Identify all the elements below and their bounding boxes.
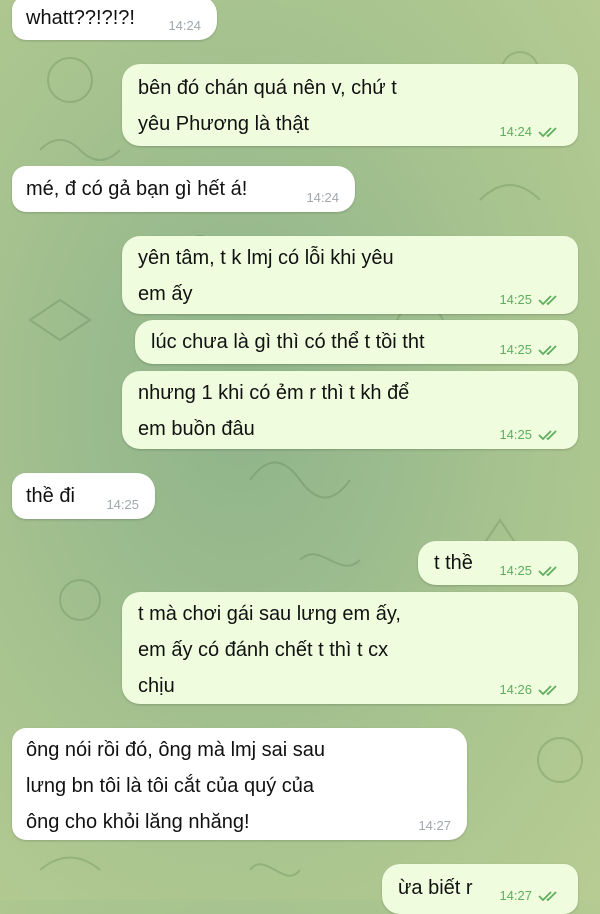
message-text: mé, đ có gả bạn gì hết á! <box>26 178 248 200</box>
message-text: yên tâm, t k lmj có lỗi khi yêu em ấy <box>138 247 394 305</box>
message-text: t mà chơi gái sau lưng em ấy, em ấy có đ… <box>138 603 401 697</box>
outgoing-message[interactable]: yên tâm, t k lmj có lỗi khi yêu em ấy 14… <box>122 236 578 314</box>
message-time: 14:26 <box>499 682 532 697</box>
message-time: 14:25 <box>499 427 532 442</box>
message-time: 14:25 <box>499 292 532 307</box>
message-time: 14:25 <box>499 342 532 357</box>
message-text: bên đó chán quá nên v, chứ t yêu Phương … <box>138 77 397 135</box>
message-meta: 14:24 <box>306 190 339 206</box>
incoming-message[interactable]: ông nói rồi đó, ông mà lmj sai sau lưng … <box>12 728 467 840</box>
double-check-icon <box>538 345 557 356</box>
message-time: 14:27 <box>418 818 451 833</box>
message-meta: 14:27 <box>499 888 562 904</box>
outgoing-message[interactable]: nhưng 1 khi có ẻm r thì t kh để em buồn … <box>122 371 578 449</box>
message-text: ông nói rồi đó, ông mà lmj sai sau lưng … <box>26 739 326 833</box>
message-text: ừa biết r <box>398 877 473 899</box>
outgoing-message[interactable]: ừa biết r 14:27 <box>382 864 578 914</box>
message-time: 14:27 <box>499 888 532 903</box>
double-check-icon <box>538 566 557 577</box>
double-check-icon <box>538 685 557 696</box>
message-text: nhưng 1 khi có ẻm r thì t kh để em buồn … <box>138 382 410 440</box>
message-meta: 14:24 <box>168 18 201 34</box>
message-meta: 14:24 <box>499 124 562 140</box>
message-meta: 14:25 <box>106 497 139 513</box>
incoming-message[interactable]: mé, đ có gả bạn gì hết á! 14:24 <box>12 166 355 212</box>
message-time: 14:25 <box>106 497 139 512</box>
message-text: thề đi <box>26 485 75 507</box>
message-time: 14:24 <box>168 18 201 33</box>
double-check-icon <box>538 430 557 441</box>
message-text: t thề <box>434 552 473 574</box>
double-check-icon <box>538 891 557 902</box>
message-meta: 14:27 <box>418 818 451 834</box>
message-text: lúc chưa là gì thì có thể t tồi tht <box>151 331 425 353</box>
message-meta: 14:25 <box>499 427 562 443</box>
message-time: 14:24 <box>306 190 339 205</box>
incoming-message[interactable]: whatt??!?!?! 14:24 <box>12 0 217 40</box>
message-meta: 14:25 <box>499 563 562 579</box>
outgoing-message[interactable]: t thề 14:25 <box>418 541 578 585</box>
message-meta: 14:25 <box>499 342 562 358</box>
message-meta: 14:25 <box>499 292 562 308</box>
double-check-icon <box>538 295 557 306</box>
incoming-message[interactable]: thề đi 14:25 <box>12 473 155 519</box>
outgoing-message[interactable]: t mà chơi gái sau lưng em ấy, em ấy có đ… <box>122 592 578 704</box>
message-text: whatt??!?!?! <box>26 7 135 29</box>
message-meta: 14:26 <box>499 682 562 698</box>
outgoing-message[interactable]: lúc chưa là gì thì có thể t tồi tht 14:2… <box>135 320 578 364</box>
double-check-icon <box>538 127 557 138</box>
message-time: 14:25 <box>499 563 532 578</box>
outgoing-message[interactable]: bên đó chán quá nên v, chứ t yêu Phương … <box>122 64 578 146</box>
message-time: 14:24 <box>499 124 532 139</box>
